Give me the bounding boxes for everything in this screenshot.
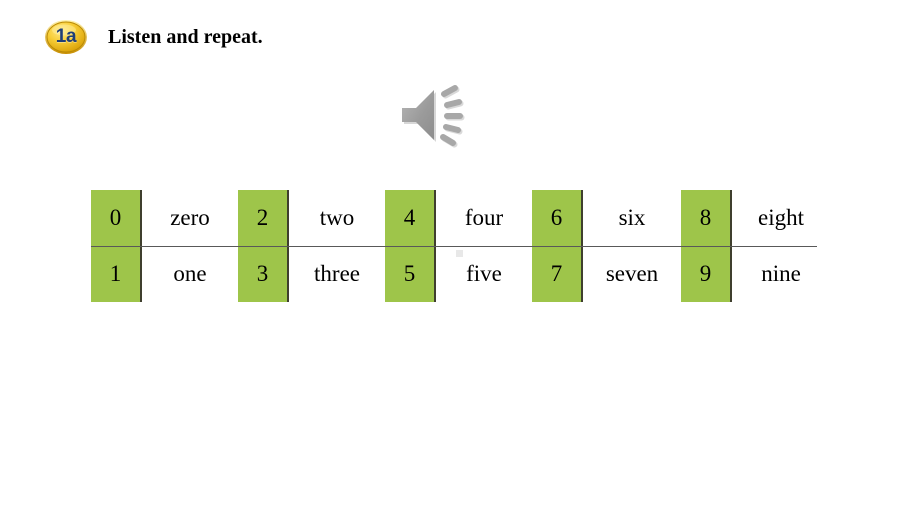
word-cell: one — [173, 261, 207, 286]
exercise-number-badge: 1a — [44, 19, 88, 55]
digit-cell: 5 — [385, 246, 436, 302]
page-title: Listen and repeat. — [108, 25, 263, 48]
badge-label: 1a — [55, 26, 77, 47]
digit-cell: 8 — [681, 190, 732, 246]
word-cell: eight — [758, 205, 804, 230]
table-row: 0 zero 2 two 4 four 6 six 8 eight — [91, 190, 830, 246]
digit-cell: 0 — [91, 190, 142, 246]
digit-cell: 6 — [532, 190, 583, 246]
word-cell: three — [314, 261, 360, 286]
stray-mark — [456, 250, 463, 257]
digit-cell: 9 — [681, 246, 732, 302]
word-cell: seven — [605, 261, 659, 286]
speaker-icon[interactable] — [398, 82, 468, 150]
word-cell: two — [319, 205, 355, 230]
digit-cell: 7 — [532, 246, 583, 302]
digit-cell: 3 — [238, 246, 289, 302]
word-cell: five — [466, 261, 502, 286]
digit-cell: 2 — [238, 190, 289, 246]
table-row-separator — [91, 246, 817, 247]
word-cell: six — [618, 205, 646, 230]
digit-cell: 4 — [385, 190, 436, 246]
word-cell: zero — [170, 205, 210, 230]
exercise-header: 1a Listen and repeat. — [44, 19, 263, 55]
digit-cell: 1 — [91, 246, 142, 302]
word-cell: nine — [761, 261, 801, 286]
word-cell: four — [464, 205, 504, 230]
